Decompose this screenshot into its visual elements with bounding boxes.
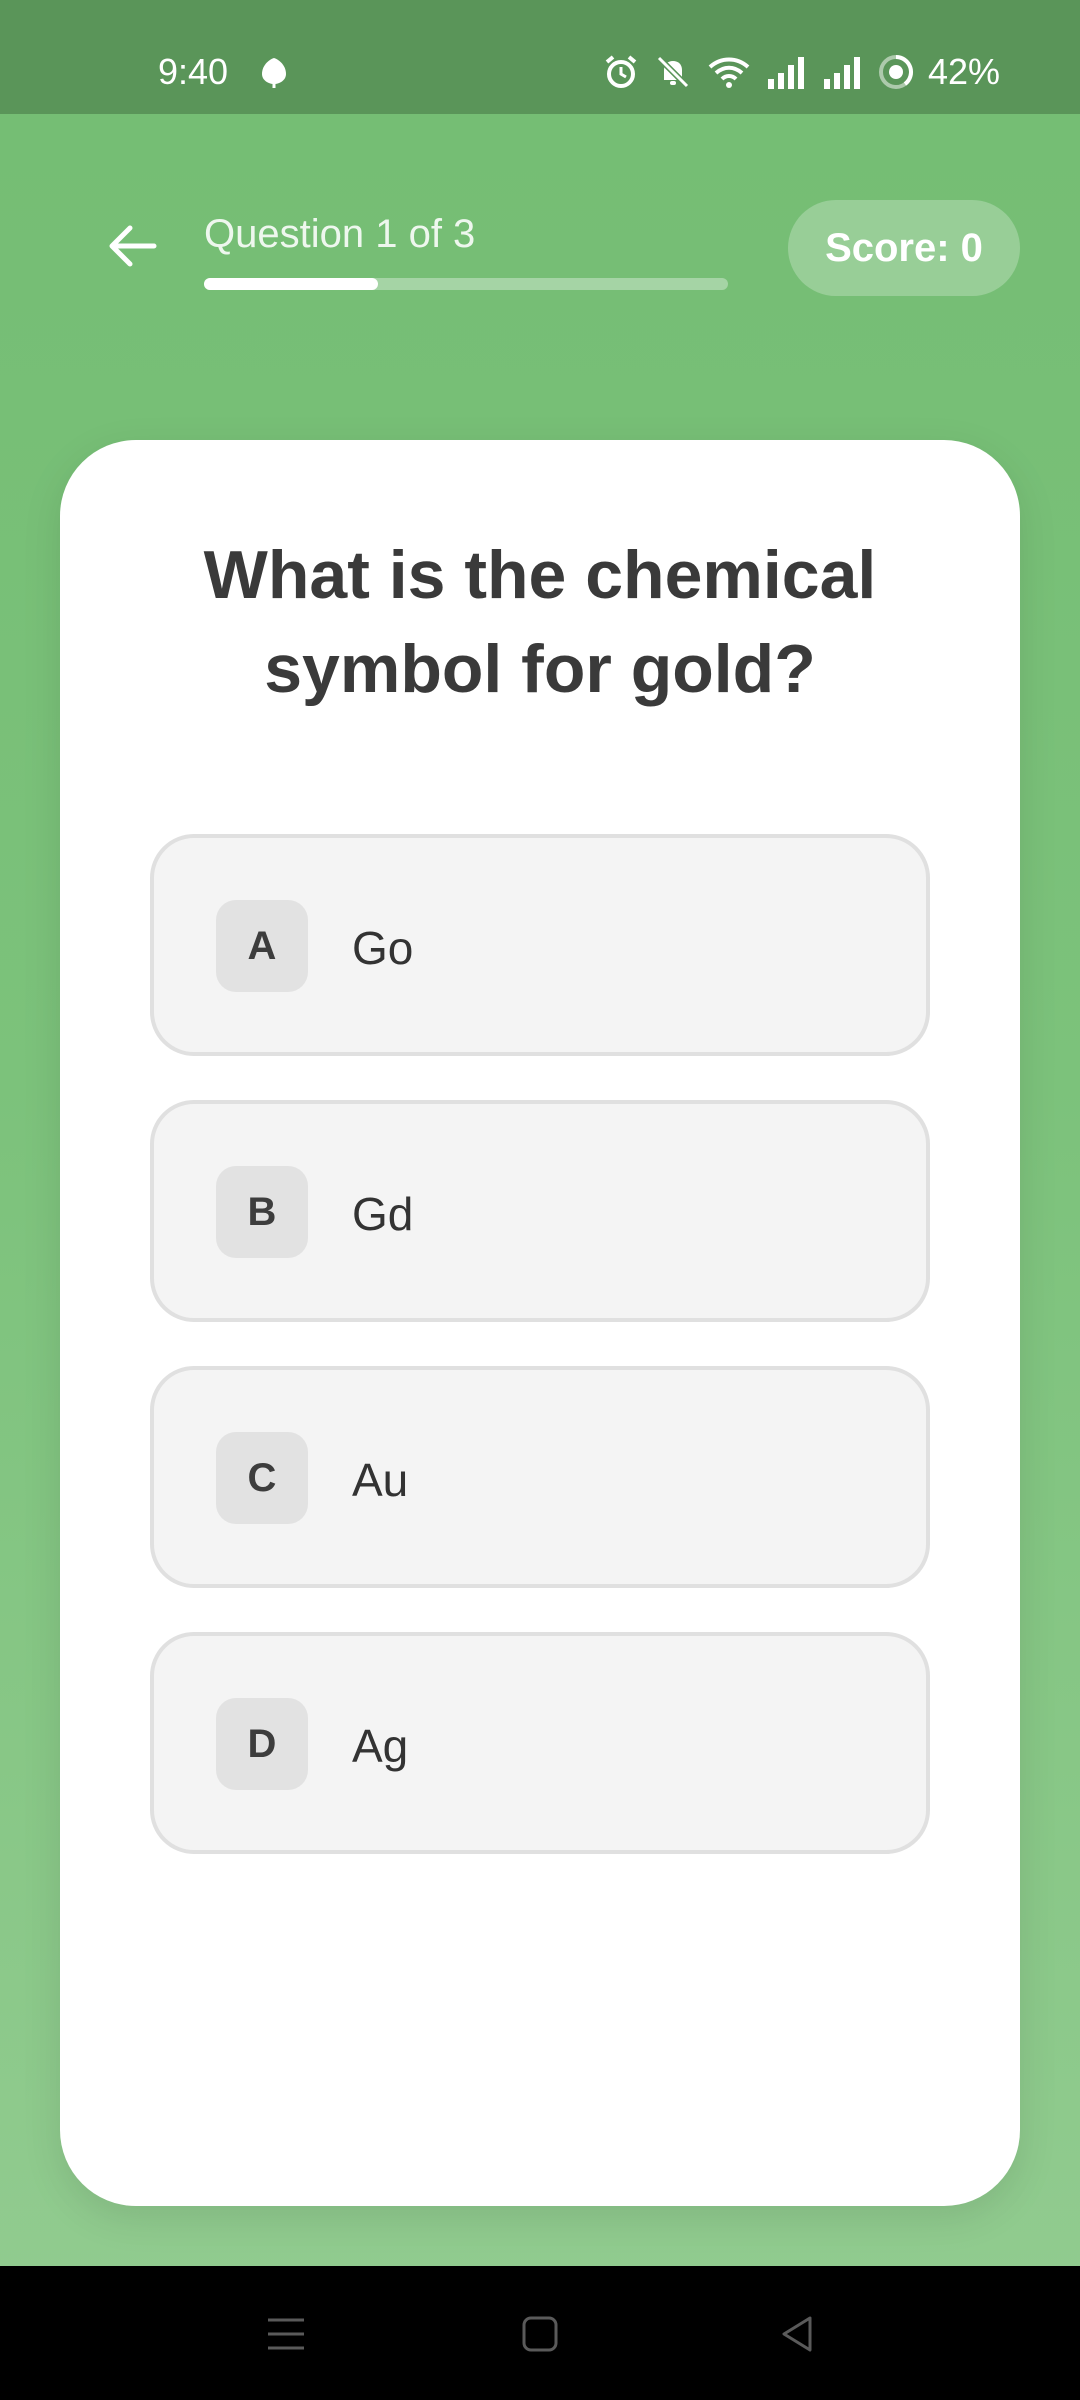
option-text: Gd [352,1188,414,1240]
home-icon[interactable] [516,2310,564,2358]
back-triangle-icon[interactable] [774,2310,822,2358]
option-b-button[interactable]: B Gd [150,1100,930,1322]
status-bar: 9:40 42% [0,0,1080,114]
option-text: Ag [352,1720,409,1772]
option-d-button[interactable]: D Ag [150,1632,930,1854]
wifi-icon [706,53,752,91]
status-icons: 42% [602,50,1000,94]
options-list: A Go B Gd C Au D Ag [150,834,930,1898]
option-letter-badge: C [216,1432,308,1524]
alarm-icon [602,53,640,91]
battery-icon [878,54,914,90]
progress-label: Question 1 of 3 [204,212,476,256]
option-a-button[interactable]: A Go [150,834,930,1056]
system-nav-bar [0,2266,1080,2400]
option-text: Au [352,1454,409,1506]
progress-bar [204,278,728,290]
option-letter-badge: D [216,1698,308,1790]
leaf-icon [256,54,292,90]
back-button[interactable] [96,212,168,284]
status-time: 9:40 [158,51,229,92]
bell-off-icon [654,53,692,91]
battery-percent: 42% [927,51,1000,92]
option-c-button[interactable]: C Au [150,1366,930,1588]
signal-icon [766,53,808,91]
option-text: Go [352,922,414,974]
option-letter-badge: A [216,900,308,992]
score-badge: Score: 0 [788,200,1020,296]
option-letter-badge: B [216,1166,308,1258]
signal-icon [822,53,864,91]
quiz-card: What is the chemical symbol for gold? A … [60,440,1020,2206]
question-text: What is the chemical symbol for gold? [203,537,877,707]
arrow-left-icon [104,218,160,279]
progress-fill [204,278,379,290]
menu-icon[interactable] [262,2310,310,2358]
